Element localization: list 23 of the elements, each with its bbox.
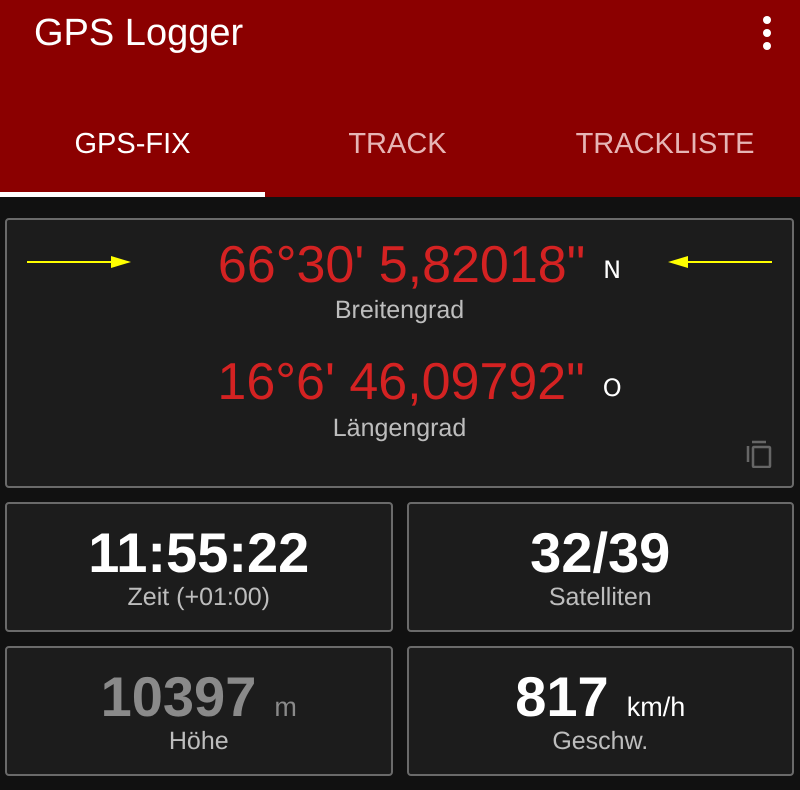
tile-label: Geschw. [552, 727, 648, 756]
arrow-icon [668, 256, 772, 268]
copy-icon[interactable] [746, 440, 772, 468]
tab[interactable]: TRACKLISTE [530, 97, 800, 197]
coordinate-label: Breitengrad [334, 296, 464, 326]
tile-value: 32/39 [530, 522, 670, 584]
unit-label: km/h [626, 692, 686, 723]
tile-value: 817 [515, 666, 609, 728]
tile-value: 10397 [100, 666, 256, 728]
tab[interactable]: TRACK [265, 97, 530, 197]
tile-label: Höhe [168, 727, 229, 756]
tile-value: 11:55:22 [88, 522, 310, 584]
coordinate-value: 16°6' 46,09792" [217, 352, 585, 414]
coordinate-value: 66°30' 5,82018" [218, 235, 586, 296]
hemisphere-label: O [602, 374, 622, 404]
hemisphere-label: N [603, 256, 622, 286]
coordinate-label: Längengrad [332, 414, 466, 443]
tab[interactable]: GPS-FIX [0, 97, 265, 197]
tile-label: Satelliten [548, 583, 652, 612]
app-title: GPS Logger [34, 12, 244, 54]
more-menu-icon[interactable] [762, 15, 772, 51]
tile-label: Zeit (+01:00) [128, 583, 270, 612]
unit-label: m [274, 692, 297, 723]
